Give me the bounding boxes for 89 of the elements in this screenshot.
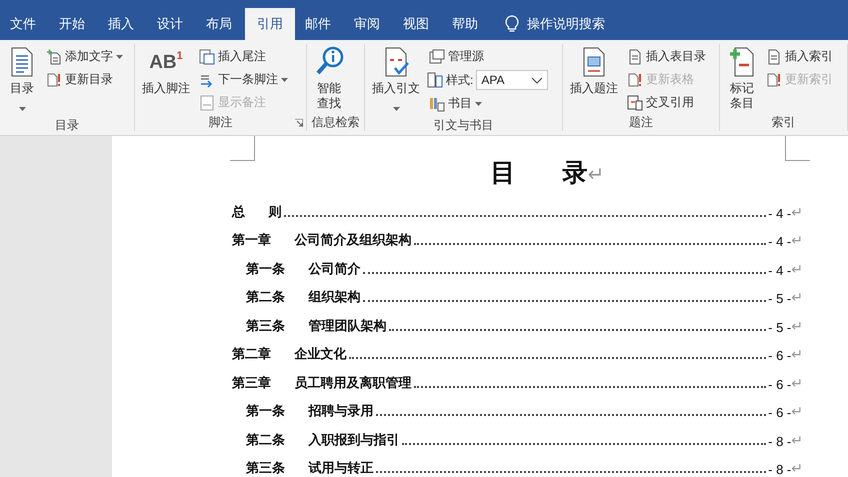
ribbon-button[interactable]: 目录 xyxy=(4,44,40,117)
toc-page-number: - 8 - xyxy=(768,434,792,448)
toc-entry-title[interactable]: 第一章 公司简介及组织架构 xyxy=(232,231,412,249)
toc-entry-title[interactable]: 第二条 组织架构 xyxy=(246,288,361,306)
toc-page-number: - 6 - xyxy=(768,348,792,363)
crop-mark xyxy=(230,136,255,161)
caret-icon xyxy=(392,107,400,111)
page-exclamation-icon xyxy=(46,72,62,88)
caret-icon xyxy=(116,54,123,58)
group-label: 目录 xyxy=(55,117,79,134)
crop-mark xyxy=(785,136,810,161)
ribbon-tab[interactable]: 邮件 xyxy=(295,8,344,40)
caret-icon xyxy=(18,107,26,111)
ribbon-button[interactable]: 交叉引用 xyxy=(625,92,708,113)
paragraph-mark: ↵ xyxy=(791,232,803,249)
group-label: 引文与书目 xyxy=(434,117,494,134)
ribbon-button[interactable]: 书目 xyxy=(427,93,548,114)
ribbon-button[interactable]: 插入表目录 xyxy=(625,46,708,67)
ribbon-tab[interactable]: 开始 xyxy=(49,8,98,40)
toc-entry-title[interactable]: 第一条 公司简介 xyxy=(246,260,361,278)
ribbon-tab[interactable]: 布局 xyxy=(196,8,245,40)
toc-entry-title[interactable]: 总 则 xyxy=(232,202,282,220)
lightbulb-icon xyxy=(505,15,519,33)
paragraph-mark: ↵ xyxy=(791,289,803,306)
ribbon-button[interactable]: 添加文字 xyxy=(44,46,125,67)
notes-icon xyxy=(199,94,215,110)
paragraph-mark: ↵ xyxy=(791,260,803,278)
ribbon-button[interactable]: 管理源 xyxy=(427,46,548,67)
sources-icon xyxy=(429,48,445,64)
ribbon-tab[interactable]: 插入 xyxy=(98,8,147,40)
group-label: 索引 xyxy=(772,114,796,130)
page-icon xyxy=(627,48,643,64)
style-dropdown[interactable]: APA xyxy=(476,70,548,90)
ribbon-tab[interactable]: 帮助 xyxy=(442,8,491,40)
ribbon-button[interactable]: 下一条脚注 xyxy=(197,69,290,90)
page-exclamation-icon xyxy=(766,72,782,88)
toc-page-number: - 4 - xyxy=(768,234,792,249)
ribbon-tab[interactable]: 审阅 xyxy=(344,8,393,40)
paragraph-mark: ↵ xyxy=(588,164,604,186)
toc-page-number: - 6 - xyxy=(768,376,792,392)
toc-entry-title[interactable]: 第二条 入职报到与指引 xyxy=(246,430,400,448)
paragraph-mark: ↵ xyxy=(791,346,803,363)
toc-page-number: - 8 - xyxy=(768,462,792,477)
toc-entry-title[interactable]: 第三条 试用与转正 xyxy=(246,459,374,477)
paragraph-mark: ↵ xyxy=(791,204,803,220)
paragraph-mark: ↵ xyxy=(791,403,803,420)
ribbon-tab[interactable]: 文件 xyxy=(0,8,49,40)
books-icon xyxy=(429,96,445,112)
toc-page-number: - 4 - xyxy=(768,262,792,278)
dialog-launcher-icon[interactable] xyxy=(295,119,303,127)
style-icon xyxy=(427,72,443,88)
tell-me-search[interactable]: 操作说明搜索 xyxy=(527,15,605,33)
chevron-down-icon xyxy=(531,76,544,84)
page-icon xyxy=(766,48,782,64)
toc-entry-title[interactable]: 第二章 企业文化 xyxy=(232,345,347,363)
toc-page-number: - 5 - xyxy=(768,291,792,306)
ribbon-button[interactable]: 插入尾注 xyxy=(197,46,290,67)
ribbon-button[interactable]: 智能查找 xyxy=(311,44,347,113)
stacked-pages-icon xyxy=(199,48,215,64)
ribbon-button[interactable]: AB$^{1}$ 插入脚注 xyxy=(139,44,193,113)
paragraph-mark: ↵ xyxy=(791,374,803,392)
ribbon-button[interactable]: 更新目录 xyxy=(44,69,125,90)
paragraph-mark: ↵ xyxy=(791,460,803,477)
paragraph-mark: ↵ xyxy=(791,432,803,448)
toc-entry-title[interactable]: 第一条 招聘与录用 xyxy=(246,402,374,420)
toc-entry-title[interactable]: 第三章 员工聘用及离职管理 xyxy=(232,374,412,392)
add-page-icon xyxy=(46,48,62,64)
ribbon-tab[interactable]: 设计 xyxy=(147,8,196,40)
document-title: 目 录 xyxy=(490,159,588,187)
ribbon-button[interactable]: 插入题注 xyxy=(567,44,621,113)
toc-entry-title[interactable]: 第三条 管理团队架构 xyxy=(246,316,387,334)
ribbon-tab[interactable]: 视图 xyxy=(393,8,442,40)
caret-icon xyxy=(281,78,288,82)
toc-page-number: - 5 - xyxy=(768,320,792,334)
cross-reference-icon xyxy=(627,94,643,110)
ribbon-tab[interactable]: 引用 xyxy=(245,8,295,40)
paragraph-mark: ↵ xyxy=(791,318,803,334)
page-exclamation-icon xyxy=(627,72,643,88)
style-label: 样式: xyxy=(446,72,474,88)
ribbon-button[interactable]: 插入引文 xyxy=(369,44,423,117)
group-label: 信息检索 xyxy=(312,114,360,130)
toc-page-number: - 6 - xyxy=(768,405,792,420)
footnote-icon: AB$^{1}$ xyxy=(149,46,183,78)
toc-page-number: - 4 - xyxy=(768,206,792,220)
group-label: 脚注 xyxy=(208,114,232,130)
ribbon-button[interactable]: 标记条目 xyxy=(724,44,760,113)
group-label: 题注 xyxy=(629,114,653,130)
ribbon-button[interactable]: 插入索引 xyxy=(764,46,835,67)
caret-icon xyxy=(475,102,482,106)
